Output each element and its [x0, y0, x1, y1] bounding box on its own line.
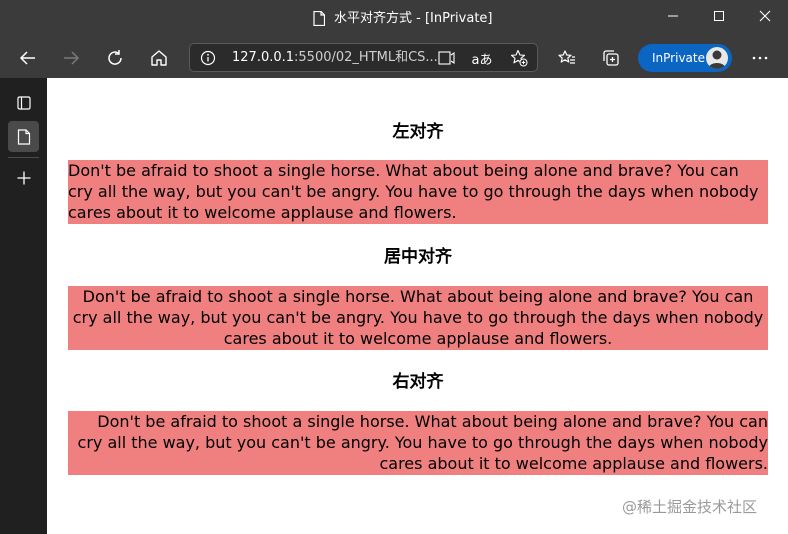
window-title: 水平对齐方式 - [InPrivate] — [334, 11, 493, 26]
page-content: 左对齐 Don't be afraid to shoot a single ho… — [48, 78, 788, 534]
more-icon — [752, 56, 768, 60]
close-button[interactable] — [742, 0, 788, 32]
back-button[interactable] — [12, 42, 44, 74]
refresh-button[interactable] — [99, 42, 131, 74]
plus-icon — [17, 171, 30, 184]
back-arrow-icon — [19, 51, 35, 65]
settings-more-button[interactable] — [744, 42, 776, 74]
vertical-tabs-sidebar — [0, 78, 47, 534]
maximize-button[interactable] — [696, 0, 742, 32]
url-host: 127.0.0.1 — [232, 50, 295, 65]
immersive-reader-button[interactable] — [436, 48, 458, 68]
tab-current-page[interactable] — [8, 121, 39, 152]
sidebar-divider — [8, 157, 39, 158]
tab-actions-button[interactable] — [8, 87, 39, 118]
tab-actions-icon — [16, 95, 31, 110]
minimize-button[interactable] — [650, 0, 696, 32]
page-icon — [17, 128, 30, 145]
paragraph-center-align: Don't be afraid to shoot a single horse.… — [68, 286, 768, 350]
inprivate-profile-button[interactable]: InPrivate — [638, 44, 732, 72]
title-bar: 水平对齐方式 - [InPrivate] — [0, 0, 788, 38]
watermark: @稀土掘金技术社区 — [622, 498, 758, 516]
add-favorite-button[interactable] — [508, 48, 530, 68]
read-aloud-label: aあ — [471, 52, 493, 68]
add-favorite-icon — [510, 49, 528, 67]
favorites-list-icon — [558, 50, 575, 64]
profile-icon — [708, 50, 726, 69]
paragraph-left-align: Don't be afraid to shoot a single horse.… — [68, 160, 768, 224]
minimize-icon — [668, 15, 678, 17]
refresh-icon — [108, 50, 122, 65]
favorites-button[interactable] — [551, 42, 583, 74]
new-tab-button[interactable] — [8, 162, 39, 193]
address-bar[interactable]: 127.0.0.1:5500/02_HTML和CS... aあ — [189, 43, 538, 72]
home-button[interactable] — [143, 42, 175, 74]
document-icon — [313, 11, 325, 26]
heading-right-align: 右对齐 — [392, 372, 444, 392]
forward-arrow-icon — [64, 51, 80, 65]
immersive-reader-icon — [438, 51, 455, 65]
close-icon — [759, 10, 771, 22]
avatar — [706, 47, 728, 69]
info-icon[interactable] — [200, 50, 216, 66]
url-path: :5500/02_HTML和CS... — [294, 50, 438, 65]
heading-center-align: 居中对齐 — [384, 247, 452, 267]
forward-button[interactable] — [55, 42, 87, 74]
collections-icon — [603, 50, 619, 66]
inprivate-label: InPrivate — [652, 51, 705, 65]
url-text[interactable]: 127.0.0.1:5500/02_HTML和CS... — [232, 50, 438, 66]
heading-left-align: 左对齐 — [392, 122, 444, 142]
collections-button[interactable] — [595, 42, 627, 74]
home-icon — [151, 50, 167, 66]
paragraph-right-align: Don't be afraid to shoot a single horse.… — [68, 411, 768, 475]
read-aloud-button[interactable]: aあ — [471, 48, 493, 68]
maximize-icon — [714, 11, 724, 21]
